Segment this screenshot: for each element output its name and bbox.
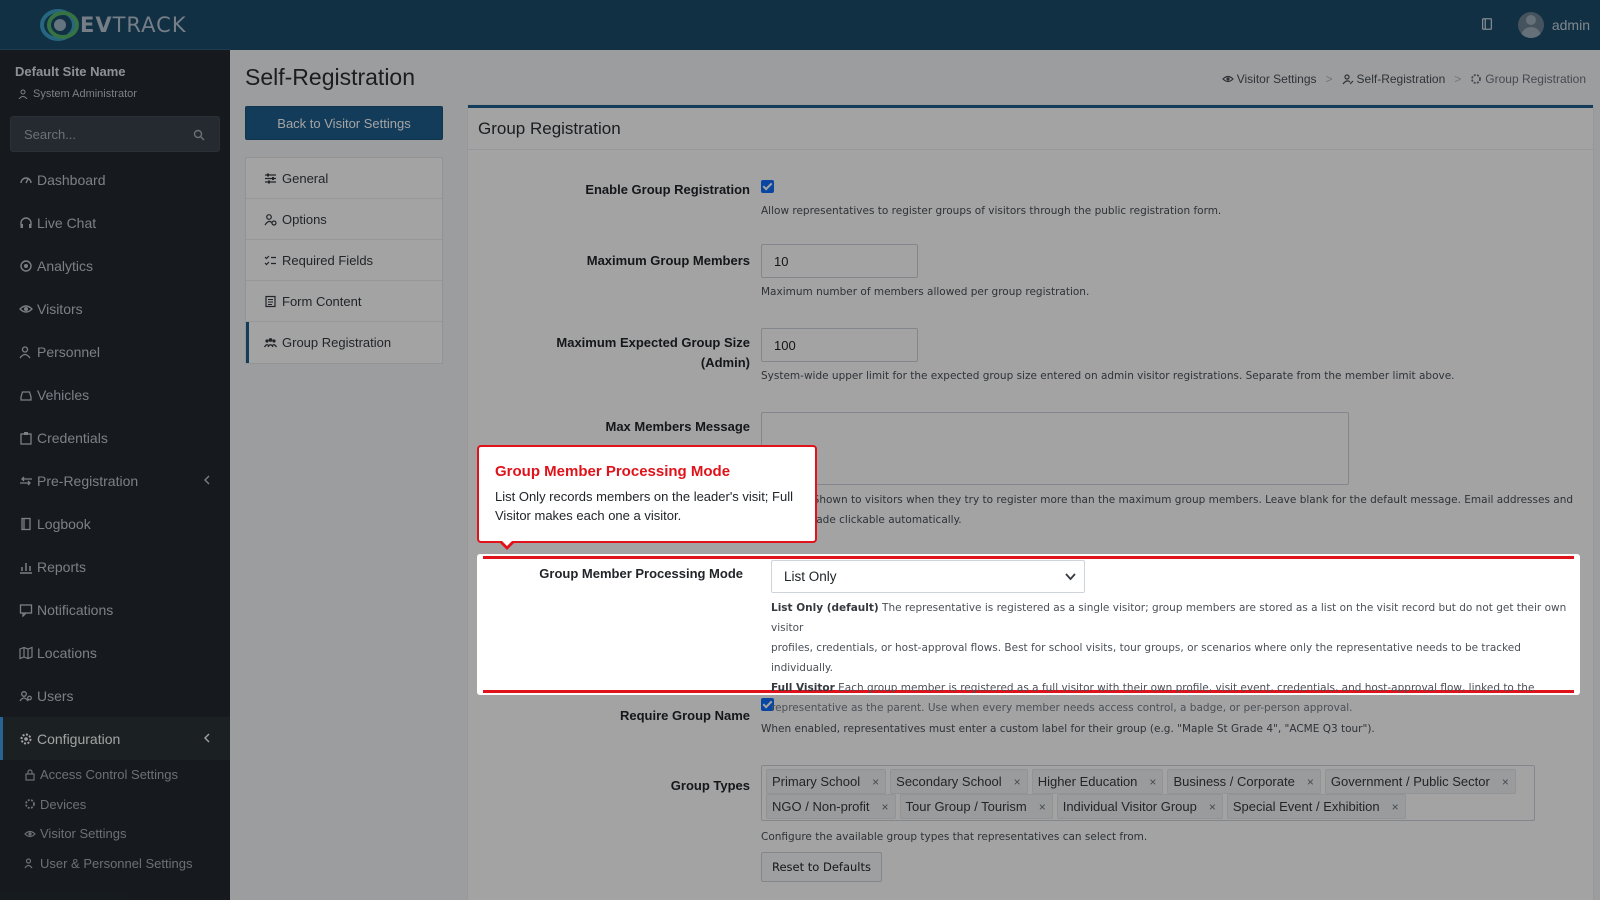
processing-mode-help: List Only (default) The representative i… <box>771 602 1567 714</box>
tooltip-title: Group Member Processing Mode <box>495 463 731 480</box>
chevron-down-icon <box>1065 573 1076 581</box>
tooltip-arrow <box>499 540 515 550</box>
processing-mode-select[interactable]: List Only <box>771 560 1085 593</box>
highlight-border-top <box>483 556 1574 559</box>
tooltip-body: List Only records members on the leader'… <box>495 489 793 523</box>
tour-highlight: Group Member Processing Mode List Only L… <box>477 554 1580 714</box>
processing-mode-label: Group Member Processing Mode <box>539 566 743 581</box>
tour-tooltip: Group Member Processing Mode List Only r… <box>477 445 817 550</box>
